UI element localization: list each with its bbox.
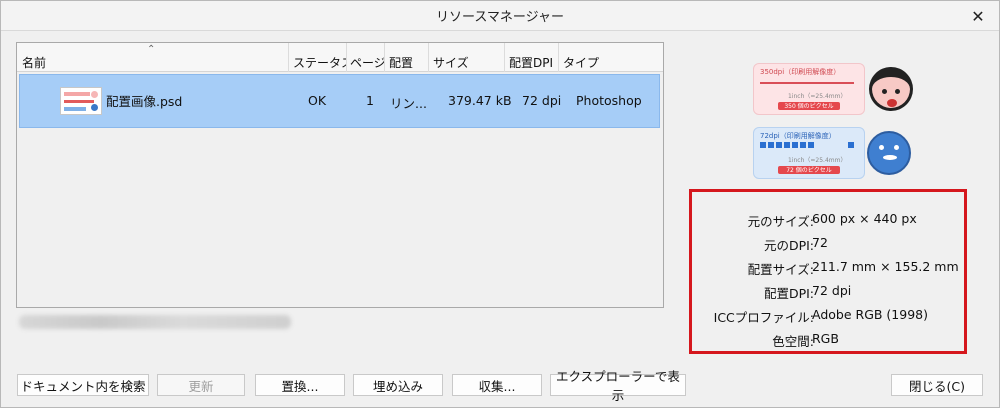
table-row[interactable]: 配置画像.psd OK 1 リン... 379.47 kB 72 dpi Pho… xyxy=(19,74,660,128)
file-type: Photoshop xyxy=(576,93,642,108)
show-in-explorer-button[interactable]: エクスプローラーで表示 xyxy=(550,369,686,403)
search-in-document-button[interactable]: ドキュメント内を検索 xyxy=(17,374,149,396)
info-placed-size: 配置サイズ: 211.7 mm × 155.2 mm xyxy=(747,259,959,277)
image-preview: 350dpi（印刷用解像度） 1inch（=25.4mm） 350 個のピクセル… xyxy=(753,63,915,189)
update-button[interactable]: 更新 xyxy=(157,374,245,396)
crying-face-illustration xyxy=(867,131,911,175)
column-header-status[interactable]: ステータス xyxy=(289,43,347,72)
file-status: OK xyxy=(308,93,327,108)
column-header-type[interactable]: タイプ xyxy=(559,43,663,72)
close-button[interactable]: 閉じる(C) xyxy=(891,374,983,396)
title-bar: リソースマネージャー ✕ xyxy=(1,1,999,31)
info-icc-profile: ICCプロファイル: Adobe RGB (1998) xyxy=(713,307,928,325)
info-original-size: 元のサイズ: 600 px × 440 px xyxy=(747,211,917,229)
preview-card-72dpi: 72dpi（印刷用解像度） 1inch（=25.4mm） 72 個のピクセル xyxy=(753,127,865,179)
file-size: 379.47 kB xyxy=(448,93,512,108)
collect-button[interactable]: 収集... xyxy=(452,374,542,396)
blurred-path-text xyxy=(19,315,291,329)
card-unit: 1inch（=25.4mm） xyxy=(788,157,847,164)
file-placement: リン... xyxy=(390,96,427,111)
window-title: リソースマネージャー xyxy=(435,10,565,25)
column-header-dpi[interactable]: 配置DPI xyxy=(505,43,559,72)
card-label: 350dpi（印刷用解像度） xyxy=(760,68,841,76)
info-placed-dpi: 配置DPI: 72 dpi xyxy=(763,283,852,301)
file-dpi: 72 dpi xyxy=(522,93,562,108)
file-thumbnail xyxy=(60,87,102,115)
column-header-name[interactable]: 名前 xyxy=(17,43,289,72)
card-pixel-count: 350 個のピクセル xyxy=(784,103,834,110)
resource-list: ⌃ 名前 ステータス ページ 配置 サイズ 配置DPI タイプ 配置画像.psd… xyxy=(16,42,664,308)
image-info-panel: 元のサイズ: 600 px × 440 px 元のDPI: 72 配置サイズ: … xyxy=(689,189,967,354)
column-header-placement[interactable]: 配置 xyxy=(385,43,429,72)
card-label: 72dpi（印刷用解像度） xyxy=(760,132,836,140)
card-unit: 1inch（=25.4mm） xyxy=(788,93,847,100)
resource-manager-dialog: リソースマネージャー ✕ ⌃ 名前 ステータス ページ 配置 サイズ 配置DPI… xyxy=(0,0,1000,408)
card-pixel-count: 72 個のピクセル xyxy=(786,167,832,174)
column-header-page[interactable]: ページ xyxy=(347,43,385,72)
close-icon[interactable]: ✕ xyxy=(967,5,989,27)
file-page: 1 xyxy=(366,93,374,108)
file-name: 配置画像.psd xyxy=(106,94,183,109)
replace-button[interactable]: 置換... xyxy=(255,374,345,396)
surprised-face-illustration xyxy=(869,67,913,111)
info-original-dpi: 元のDPI: 72 xyxy=(763,235,828,253)
embed-button[interactable]: 埋め込み xyxy=(353,374,443,396)
column-header-size[interactable]: サイズ xyxy=(429,43,505,72)
info-color-space: 色空間: RGB xyxy=(772,331,839,349)
list-header: ⌃ 名前 ステータス ページ 配置 サイズ 配置DPI タイプ xyxy=(17,43,663,72)
preview-card-350dpi: 350dpi（印刷用解像度） 1inch（=25.4mm） 350 個のピクセル xyxy=(753,63,865,115)
